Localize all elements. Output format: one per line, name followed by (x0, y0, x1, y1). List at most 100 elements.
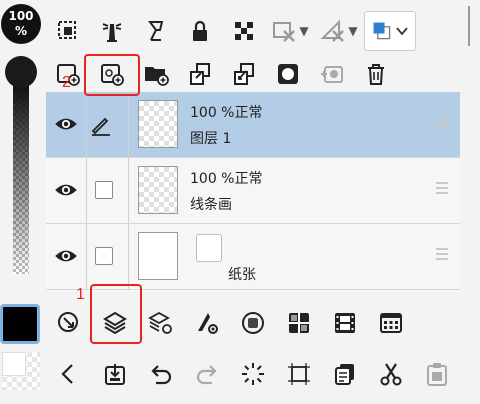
undo-button[interactable] (138, 352, 184, 396)
paste-button[interactable] (414, 352, 460, 396)
layer-property-toolbar: ▼ ▼ (46, 8, 416, 54)
copy-button[interactable] (322, 352, 368, 396)
save-icon (105, 364, 125, 385)
ruler-range-icon (320, 19, 345, 42)
transform-button[interactable] (276, 352, 322, 396)
main-color-swatch[interactable] (0, 304, 40, 344)
layer-color-selector[interactable] (364, 11, 416, 51)
mask-icon (273, 22, 296, 42)
visibility-toggle[interactable] (52, 244, 80, 268)
pen-gear-icon (198, 313, 218, 334)
undo-icon (151, 365, 172, 385)
layer-row[interactable]: 100 %正常 线条画 (46, 158, 460, 224)
apply-mask-icon (321, 66, 343, 83)
film-icon (335, 313, 355, 333)
column-divider (128, 158, 129, 223)
trash-icon (368, 64, 384, 85)
lock-icon (193, 20, 207, 41)
clip-layer-icon (58, 21, 76, 39)
back-button[interactable] (46, 352, 92, 396)
eye-icon (55, 118, 77, 130)
chevron-down-icon: ▼ (299, 24, 309, 38)
clip-layer-button[interactable] (46, 11, 90, 51)
layer-name: 纸张 (228, 267, 256, 283)
command-bar (46, 352, 460, 396)
opacity-unit: % (14, 24, 28, 38)
edit-target-checkbox[interactable] (95, 181, 113, 199)
edit-target-checkbox[interactable] (95, 247, 113, 265)
paper-icon (196, 234, 222, 262)
chevron-down-icon: ▼ (348, 24, 358, 38)
transfer-to-lower-layer-button[interactable] (178, 54, 222, 94)
cut-button[interactable] (368, 352, 414, 396)
delete-layer-button[interactable] (354, 54, 398, 94)
column-divider (128, 92, 129, 157)
column-divider (86, 224, 87, 289)
navigator-tab[interactable] (46, 301, 92, 345)
drag-handle[interactable] (436, 248, 448, 264)
folder-add-icon (145, 67, 169, 86)
lock-transparency-button[interactable] (222, 11, 266, 51)
layer-mask-icon (278, 64, 298, 84)
apply-mask-button[interactable] (310, 54, 354, 94)
drag-handle[interactable] (436, 182, 448, 198)
save-button[interactable] (92, 352, 138, 396)
transform-icon (288, 363, 310, 385)
layer-thumbnail (138, 166, 178, 214)
material-tab[interactable] (276, 301, 322, 345)
animation-tab[interactable] (322, 301, 368, 345)
new-layer-folder-button[interactable] (134, 54, 178, 94)
combine-to-lower-layer-button[interactable] (222, 54, 266, 94)
transparency-lock-icon (235, 22, 253, 40)
lock-layer-button[interactable] (178, 11, 222, 51)
layer-property-tab[interactable] (138, 301, 184, 345)
tool-property-tab[interactable] (184, 301, 230, 345)
annotation-box-layer-tab (90, 284, 142, 344)
layer-panel-app: 100 % ▼ ▼ 100 %正常 图层 1 100 %正常 线条画 纸张 2 … (0, 0, 480, 404)
visibility-toggle[interactable] (52, 178, 80, 202)
opacity-slider-knob[interactable] (5, 56, 37, 88)
layer-list: 100 %正常 图层 1 100 %正常 线条画 纸张 (46, 92, 460, 292)
layer-color-icon (373, 22, 391, 40)
scrollbar[interactable] (468, 6, 470, 46)
eye-icon (55, 250, 77, 262)
column-divider (86, 92, 87, 157)
circle-square-icon (242, 312, 264, 334)
visibility-toggle[interactable] (52, 112, 80, 136)
story-tab[interactable] (368, 301, 414, 345)
column-divider (128, 224, 129, 289)
draft-layer-button[interactable] (134, 11, 178, 51)
lighthouse-icon (102, 23, 122, 42)
column-divider (86, 158, 87, 223)
sub-view-tab[interactable] (230, 301, 276, 345)
layer-blend-info: 100 %正常 (190, 171, 263, 187)
mask-enable-button[interactable]: ▼ (266, 11, 314, 51)
sub-color-swatch[interactable] (2, 352, 40, 390)
annotation-label-1: 1 (76, 286, 85, 303)
transfer-down-icon (190, 63, 210, 85)
create-layer-mask-button[interactable] (266, 54, 310, 94)
layer-row[interactable]: 100 %正常 图层 1 (46, 92, 460, 158)
edit-target-toggle[interactable] (90, 114, 112, 136)
reference-layer-button[interactable] (90, 11, 134, 51)
eye-icon (55, 184, 77, 196)
opacity-badge[interactable]: 100 % (1, 4, 41, 44)
annotation-label-2: 2 (62, 74, 71, 91)
story-grid-icon (380, 313, 402, 333)
chevron-down-icon (396, 27, 408, 36)
opacity-slider-track[interactable] (13, 86, 29, 274)
layer-name: 图层 1 (190, 131, 232, 147)
left-tool-strip: 100 % (0, 0, 42, 404)
pen-icon (91, 117, 110, 136)
draft-pen-icon (148, 21, 164, 41)
clear-burst-icon (242, 363, 264, 385)
opacity-value: 100 (8, 9, 34, 23)
redo-button[interactable] (184, 352, 230, 396)
layer-row[interactable]: 纸张 (46, 224, 460, 290)
ruler-range-button[interactable]: ▼ (314, 11, 364, 51)
layer-name: 线条画 (190, 197, 232, 213)
layer-thumbnail (138, 232, 178, 280)
clear-button[interactable] (230, 352, 276, 396)
drag-handle[interactable] (436, 116, 448, 132)
layer-thumbnail (138, 100, 178, 148)
